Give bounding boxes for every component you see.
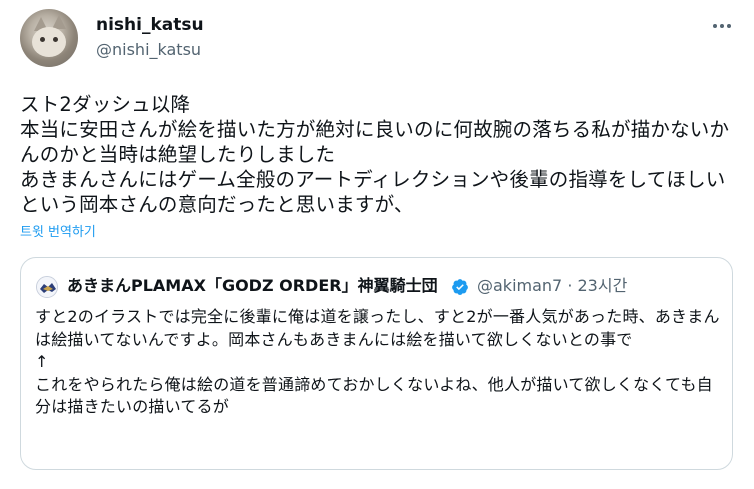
more-horizontal-icon-dot: [727, 24, 731, 28]
quoted-handle-time: @akiman7 · 23시간: [477, 276, 628, 295]
avatar-cat-face: [32, 27, 66, 57]
quoted-avatar-logo-icon: [37, 277, 57, 297]
tweet-text: スト2ダッシュ以降 本当に安田さんが絵を描いた方が絶対に良いのに何故腕の落ちる私…: [20, 93, 730, 216]
quoted-avatar: [36, 276, 58, 298]
more-options-button[interactable]: [707, 16, 737, 36]
avatar-cat-eye-left: [40, 37, 45, 42]
verified-badge-icon: [452, 279, 468, 295]
quoted-tweet-text: すと2のイラストでは完全に後輩に俺は道を譲ったし、すと2が一番人気があった時、あ…: [35, 307, 720, 417]
author-handle[interactable]: @nishi_katsu: [96, 40, 201, 60]
quoted-display-name: あきまんPLAMAX「GODZ ORDER」神翼騎士団: [67, 276, 438, 295]
more-horizontal-icon-dot: [720, 24, 724, 28]
quoted-tweet-card[interactable]: あきまんPLAMAX「GODZ ORDER」神翼騎士団 @akiman7 · 2…: [20, 257, 733, 470]
translate-tweet-link[interactable]: 트윗 번역하기: [20, 224, 96, 242]
more-horizontal-icon: [713, 24, 717, 28]
author-display-name[interactable]: nishi_katsu: [96, 15, 204, 35]
avatar[interactable]: [20, 9, 78, 67]
avatar-cat-eye-right: [53, 37, 58, 42]
